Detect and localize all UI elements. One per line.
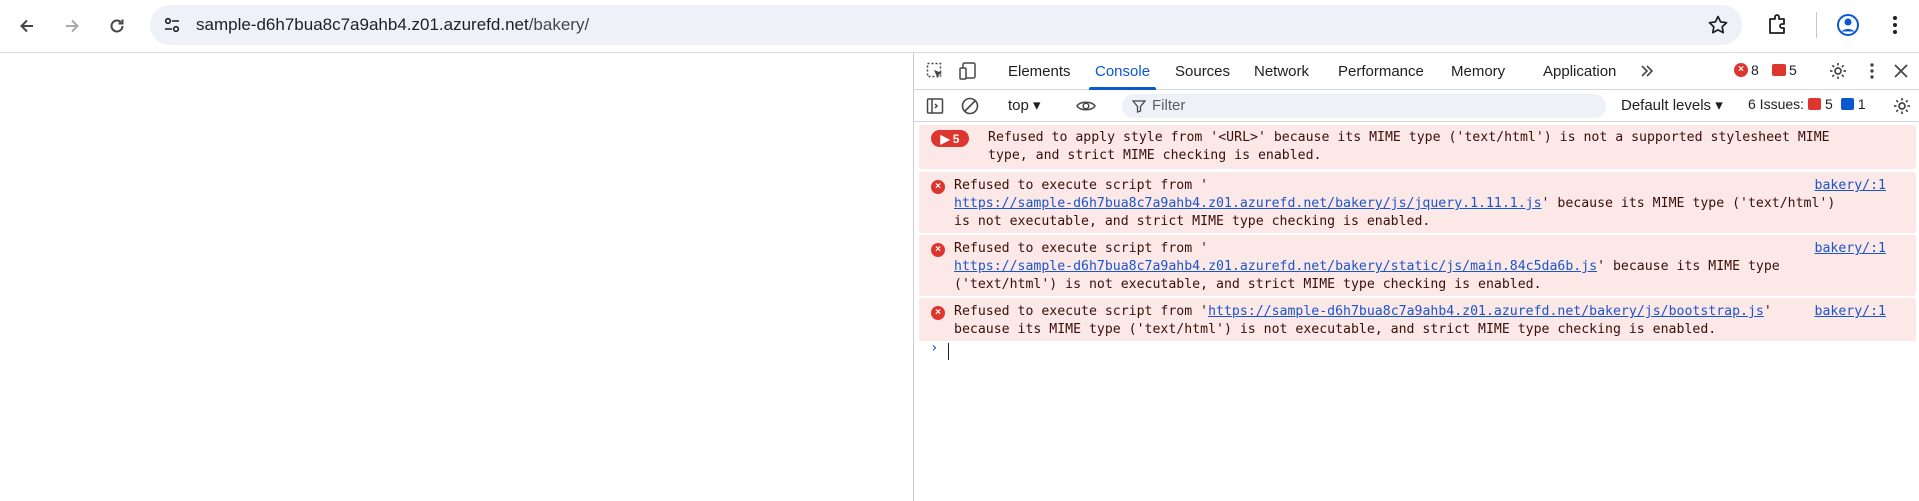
- address-bar[interactable]: sample-d6h7bua8c7a9ahb4.z01.azurefd.net/…: [150, 5, 1742, 45]
- dropdown-arrow-icon: ▾: [1715, 97, 1723, 114]
- expand-triangle-icon: ▶: [940, 131, 950, 146]
- error-icon: ×: [931, 243, 945, 257]
- page-viewport: [0, 54, 913, 501]
- console-message[interactable]: × bakery/:1 Refused to execute script fr…: [919, 172, 1916, 233]
- profile-avatar-icon[interactable]: [1833, 10, 1863, 40]
- message-text: is not executable, and strict MIME type …: [954, 214, 1431, 229]
- filter-input[interactable]: Filter: [1122, 94, 1606, 118]
- error-count-label: 8: [1751, 62, 1759, 78]
- context-label: top: [1008, 97, 1029, 114]
- message-text: Refused to execute script from ': [954, 178, 1209, 193]
- reload-icon: [110, 19, 124, 33]
- message-text: ('text/html') is not executable, and str…: [954, 277, 1542, 292]
- info-issue-icon: [1840, 98, 1854, 110]
- message-text: Refused to execute script from ': [954, 304, 1209, 319]
- message-text: ' because its MIME type ('text/html'): [1541, 196, 1836, 211]
- tab-memory[interactable]: Memory: [1451, 53, 1505, 90]
- filter-placeholder: Filter: [1152, 97, 1186, 114]
- tab-network[interactable]: Network: [1254, 53, 1309, 90]
- live-expression-eye-icon[interactable]: [1074, 94, 1098, 118]
- error-icon: ×: [931, 180, 945, 194]
- message-text: because its MIME type ('text/html') is n…: [954, 322, 1717, 337]
- close-icon[interactable]: [1889, 59, 1913, 83]
- tab-console[interactable]: Console: [1088, 53, 1157, 90]
- issue-flag-icon: [1772, 64, 1786, 76]
- extensions-icon[interactable]: [1763, 10, 1793, 40]
- url-text[interactable]: sample-d6h7bua8c7a9ahb4.z01.azurefd.net/…: [196, 15, 589, 35]
- repeat-count-badge[interactable]: ▶ 5: [931, 130, 969, 147]
- message-text: ': [1763, 304, 1772, 319]
- filter-icon: [1132, 100, 1146, 113]
- arrow-right-icon: [66, 19, 79, 33]
- more-tabs-icon[interactable]: [1635, 59, 1659, 83]
- message-text: Refused to execute script from ': [954, 241, 1209, 256]
- error-count[interactable]: × 8: [1734, 62, 1759, 78]
- script-url-link[interactable]: https://sample-d6h7bua8c7a9ahb4.z01.azur…: [1208, 304, 1764, 319]
- console-toolbar: top ▾ Filter Default levels ▾ 6 Issues: …: [914, 90, 1919, 122]
- sidebar-toggle-icon[interactable]: [923, 94, 947, 118]
- tab-elements[interactable]: Elements: [1008, 53, 1071, 90]
- issues-info-count: 1: [1857, 96, 1866, 112]
- warning-count[interactable]: 5: [1772, 62, 1797, 78]
- devtools-tab-bar: Elements Console Sources Network Perform…: [914, 53, 1919, 90]
- site-info-icon[interactable]: [160, 13, 184, 37]
- console-message[interactable]: × bakery/:1 Refused to execute script fr…: [919, 298, 1916, 341]
- log-levels-dropdown[interactable]: Default levels ▾: [1621, 96, 1723, 114]
- source-link[interactable]: bakery/:1: [1815, 178, 1886, 193]
- url-path: /bakery/: [528, 15, 590, 34]
- settings-gear-icon[interactable]: [1826, 59, 1850, 83]
- error-icon: ×: [1734, 63, 1748, 77]
- issues-button[interactable]: 6 Issues: 5 1: [1748, 96, 1866, 112]
- script-url-link[interactable]: https://sample-d6h7bua8c7a9ahb4.z01.azur…: [954, 259, 1597, 274]
- error-issue-icon: [1808, 98, 1822, 110]
- browser-toolbar: sample-d6h7bua8c7a9ahb4.z01.azurefd.net/…: [0, 0, 1919, 53]
- message-text: ' because its MIME type: [1597, 259, 1780, 274]
- clear-console-icon[interactable]: [958, 94, 982, 118]
- arrow-left-icon: [20, 19, 33, 33]
- issues-label: 6 Issues:: [1748, 96, 1805, 112]
- console-message[interactable]: × bakery/:1 Refused to execute script fr…: [919, 235, 1916, 296]
- source-link[interactable]: bakery/:1: [1815, 241, 1886, 256]
- back-button[interactable]: [9, 8, 45, 44]
- devtools-menu-icon[interactable]: [1860, 59, 1884, 83]
- bookmark-star-icon[interactable]: [1706, 13, 1730, 37]
- warning-count-label: 5: [1789, 62, 1797, 78]
- script-url-link[interactable]: https://sample-d6h7bua8c7a9ahb4.z01.azur…: [954, 196, 1542, 211]
- toolbar-divider: [1816, 12, 1817, 38]
- console-output: ▶ 5 Refused to apply style from '<URL>' b…: [914, 123, 1919, 501]
- message-text: Refused to apply style from '<URL>' beca…: [988, 130, 1830, 145]
- console-settings-gear-icon[interactable]: [1890, 94, 1914, 118]
- prompt-chevron-icon: ›: [930, 340, 939, 356]
- issues-error-count: 5: [1825, 96, 1833, 112]
- inspect-element-icon[interactable]: [923, 59, 947, 83]
- console-message[interactable]: ▶ 5 Refused to apply style from '<URL>' b…: [919, 125, 1916, 169]
- url-host: sample-d6h7bua8c7a9ahb4.z01.azurefd.net: [196, 15, 529, 34]
- tab-performance[interactable]: Performance: [1338, 53, 1424, 90]
- reload-button[interactable]: [99, 8, 135, 44]
- context-selector[interactable]: top ▾: [1008, 96, 1041, 114]
- forward-button[interactable]: [54, 8, 90, 44]
- message-text: type, and strict MIME checking is enable…: [988, 148, 1322, 163]
- console-input[interactable]: [948, 343, 949, 360]
- repeat-count: 5: [952, 131, 960, 146]
- browser-menu-icon[interactable]: [1880, 10, 1910, 40]
- device-toolbar-icon[interactable]: [958, 59, 982, 83]
- levels-label: Default levels: [1621, 97, 1712, 114]
- source-link[interactable]: bakery/:1: [1815, 304, 1886, 319]
- tab-application[interactable]: Application: [1543, 53, 1616, 90]
- dropdown-arrow-icon: ▾: [1033, 97, 1041, 114]
- devtools-panel: Elements Console Sources Network Perform…: [913, 53, 1919, 501]
- error-icon: ×: [931, 306, 945, 320]
- tab-sources[interactable]: Sources: [1175, 53, 1230, 90]
